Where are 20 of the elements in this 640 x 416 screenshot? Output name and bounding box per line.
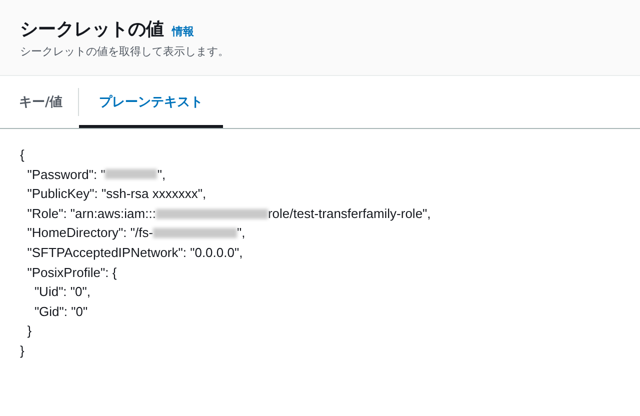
page-description: シークレットの値を取得して表示します。 bbox=[20, 44, 230, 59]
tab[interactable]: キー/値 bbox=[4, 76, 78, 128]
code-text: "PosixProfile": { bbox=[26, 264, 117, 282]
code-text: "HomeDirectory": "/fs- bbox=[26, 224, 154, 242]
info-link[interactable]: 情報 bbox=[172, 24, 194, 39]
code-text: ", bbox=[157, 166, 166, 184]
code-text: } bbox=[20, 342, 24, 360]
code-text: role/test-transferfamily-role", bbox=[268, 204, 431, 223]
code-text: "SFTPAcceptedIPNetwork": "0.0.0.0", bbox=[26, 244, 243, 262]
code-text: { bbox=[20, 146, 24, 164]
code-text: "Gid": "0" bbox=[33, 302, 88, 321]
tab[interactable]: プレーンテキスト bbox=[78, 76, 223, 128]
page-title: シークレットの値 bbox=[20, 18, 164, 41]
code-text: "Role": "arn:aws:iam::: bbox=[26, 204, 156, 223]
code-text: ", bbox=[237, 224, 246, 242]
code-text: "Password": " bbox=[26, 166, 106, 184]
code-text: "Uid": "0", bbox=[33, 283, 90, 302]
redaction-block bbox=[105, 169, 158, 180]
code-text: } bbox=[26, 322, 32, 340]
code-text: "PublicKey": "ssh-rsa xxxxxxx", bbox=[26, 185, 206, 204]
